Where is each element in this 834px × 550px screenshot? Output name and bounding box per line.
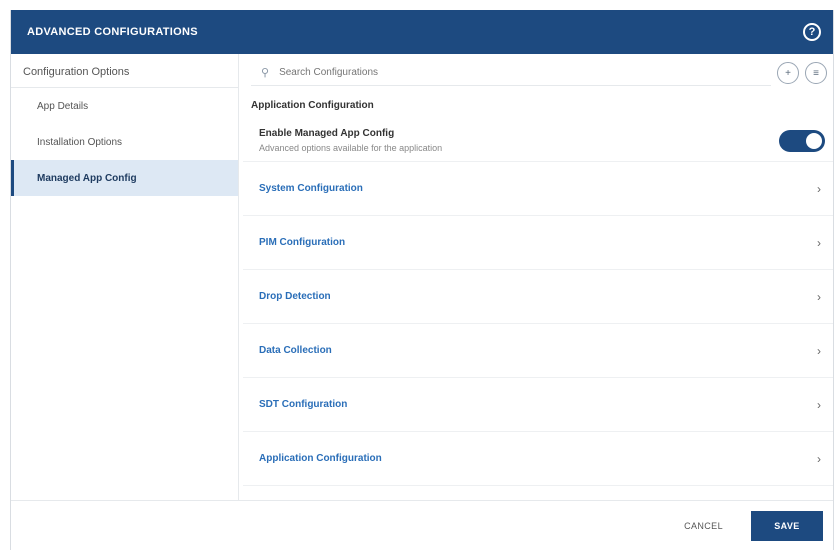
config-row-sdt-configuration[interactable]: SDT Configuration ›	[243, 378, 833, 432]
toggle-description: Advanced options available for the appli…	[259, 143, 443, 153]
enable-managed-app-config-toggle[interactable]	[779, 129, 825, 152]
toolbar: ⚲ + ≡	[243, 54, 833, 92]
cancel-button[interactable]: CANCEL	[684, 521, 723, 531]
config-row-label: Application Configuration	[259, 453, 382, 464]
chevron-right-icon: ›	[817, 235, 821, 250]
sidebar-heading: Configuration Options	[11, 54, 238, 88]
chevron-right-icon: ›	[817, 343, 821, 358]
dialog-title: ADVANCED CONFIGURATIONS	[27, 26, 198, 38]
section-title: Application Configuration	[251, 100, 374, 111]
dialog-footer: CANCEL SAVE	[11, 500, 833, 550]
sidebar-item-app-details[interactable]: App Details	[11, 88, 238, 124]
sidebar-item-installation-options[interactable]: Installation Options	[11, 124, 238, 160]
sidebar-item-label: Installation Options	[37, 136, 123, 148]
config-row-label: System Configuration	[259, 183, 363, 194]
config-row-data-collection[interactable]: Data Collection ›	[243, 324, 833, 378]
chevron-right-icon: ›	[817, 289, 821, 304]
dialog-header: ADVANCED CONFIGURATIONS ?	[11, 10, 833, 54]
chevron-right-icon: ›	[817, 451, 821, 466]
main-panel: ⚲ + ≡ Application Configuration Enable M…	[243, 54, 833, 500]
advanced-configurations-dialog: ADVANCED CONFIGURATIONS ? Configuration …	[10, 10, 834, 550]
save-button[interactable]: SAVE	[751, 510, 823, 541]
config-row-label: Drop Detection	[259, 291, 331, 302]
search-box: ⚲	[251, 60, 771, 86]
help-icon[interactable]: ?	[803, 23, 821, 41]
config-row-label: SDT Configuration	[259, 399, 348, 410]
toggle-label: Enable Managed App Config	[259, 128, 395, 139]
config-row-pim-configuration[interactable]: PIM Configuration ›	[243, 216, 833, 270]
sidebar-item-managed-app-config[interactable]: Managed App Config	[11, 160, 238, 196]
sidebar-item-label: Managed App Config	[37, 172, 137, 184]
sidebar: Configuration Options App Details Instal…	[11, 54, 239, 500]
config-row-label: PIM Configuration	[259, 237, 346, 248]
toggle-text: Enable Managed App Config Advanced optio…	[259, 128, 442, 153]
search-input[interactable]	[279, 67, 700, 78]
config-row-application-configuration[interactable]: Application Configuration ›	[243, 432, 833, 486]
sidebar-item-label: App Details	[37, 100, 89, 112]
toggle-knob	[806, 132, 822, 149]
config-row-drop-detection[interactable]: Drop Detection ›	[243, 270, 833, 324]
chevron-right-icon: ›	[817, 181, 821, 196]
dialog-body: Configuration Options App Details Instal…	[11, 54, 833, 500]
add-icon[interactable]: +	[777, 62, 799, 84]
search-icon: ⚲	[261, 67, 270, 79]
enable-managed-app-config-row: Enable Managed App Config Advanced optio…	[243, 120, 833, 162]
config-row-system-configuration[interactable]: System Configuration ›	[243, 162, 833, 216]
code-icon[interactable]: ≡	[805, 62, 827, 84]
chevron-right-icon: ›	[817, 397, 821, 412]
config-row-label: Data Collection	[259, 345, 332, 356]
